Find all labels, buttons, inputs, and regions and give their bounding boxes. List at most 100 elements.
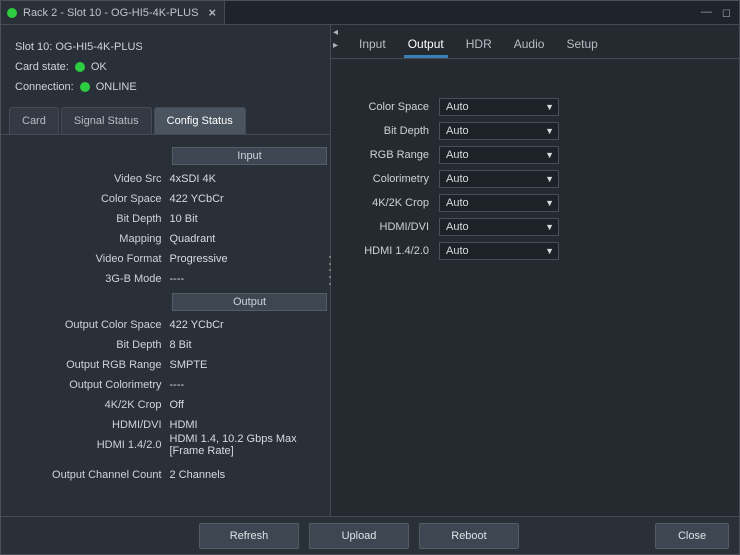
right-tabs: Input Output HDR Audio Setup [331, 25, 739, 59]
chevron-down-icon: ▼ [545, 150, 554, 160]
select-value: Auto [446, 221, 469, 233]
tab-output[interactable]: Output [404, 35, 448, 58]
config-status-panel: Input Video Src4xSDI 4K Color Space422 Y… [1, 135, 330, 516]
kv-row: HDMI 1.4/2.0HDMI 1.4, 10.2 Gbps Max [Fra… [9, 435, 322, 455]
kv-row: Video Format Progressive [9, 249, 322, 269]
select-value: Auto [446, 173, 469, 185]
kv-value: HDMI 1.4, 10.2 Gbps Max [Frame Rate] [170, 433, 323, 457]
connection-value: ONLINE [96, 77, 137, 97]
select-value: Auto [446, 197, 469, 209]
kv-value: Progressive [170, 253, 323, 265]
status-dot-icon [7, 8, 17, 18]
kv-row: MappingQuadrant [9, 229, 322, 249]
slot-text: Slot 10: OG-HI5-4K-PLUS [15, 37, 143, 57]
kv-row: Output RGB Range SMPTE [9, 355, 322, 375]
collapse-left-icon[interactable]: ◂ [331, 27, 340, 38]
close-icon[interactable]: × [208, 5, 216, 20]
info-block: Slot 10: OG-HI5-4K-PLUS Card state: OK C… [1, 25, 330, 107]
kv-row: Bit Depth 10 Bit [9, 209, 322, 229]
kv-label: HDMI/DVI [9, 419, 162, 431]
kv-value: 10 Bit [170, 213, 323, 225]
kv-value: HDMI [170, 419, 323, 431]
upload-button[interactable]: Upload [309, 523, 409, 549]
setting-label: HDMI/DVI [349, 221, 429, 233]
kv-value: SMPTE [170, 359, 323, 371]
kv-row: Bit Depth8 Bit [9, 335, 322, 355]
reboot-button[interactable]: Reboot [419, 523, 519, 549]
hdmi-dvi-select[interactable]: Auto ▼ [439, 218, 559, 236]
setting-row: RGB Range Auto▼ [349, 143, 729, 167]
titlebar: Rack 2 - Slot 10 - OG-HI5-4K-PLUS × — ◻ [1, 1, 739, 25]
setting-label: 4K/2K Crop [349, 197, 429, 209]
kv-label: Output Color Space [9, 319, 162, 331]
tab-input[interactable]: Input [355, 35, 390, 58]
tab-config-status[interactable]: Config Status [154, 107, 246, 134]
kv-row: Color Space 422 YCbCr [9, 189, 322, 209]
splitter-handle[interactable] [327, 254, 333, 288]
tab-setup[interactable]: Setup [562, 35, 601, 58]
kv-row: 3G-B Mode---- [9, 269, 322, 289]
chevron-down-icon: ▼ [545, 126, 554, 136]
titlebar-controls: — ◻ [701, 6, 739, 19]
kv-label: Output RGB Range [9, 359, 162, 371]
kv-label: Bit Depth [9, 213, 162, 225]
card-state-line: Card state: OK [15, 57, 316, 77]
left-pane: Slot 10: OG-HI5-4K-PLUS Card state: OK C… [1, 25, 331, 516]
crop-select[interactable]: Auto ▼ [439, 194, 559, 212]
tab-card[interactable]: Card [9, 107, 59, 134]
window-tab-title: Rack 2 - Slot 10 - OG-HI5-4K-PLUS [23, 7, 198, 19]
chevron-down-icon: ▼ [545, 102, 554, 112]
select-value: Auto [446, 149, 469, 161]
rgb-range-select[interactable]: Auto ▼ [439, 146, 559, 164]
maximize-icon[interactable]: ◻ [722, 6, 731, 19]
select-value: Auto [446, 245, 469, 257]
close-button[interactable]: Close [655, 523, 729, 549]
tab-hdr[interactable]: HDR [462, 35, 496, 58]
kv-label: Video Format [9, 253, 162, 265]
status-dot-icon [75, 62, 85, 72]
kv-row: Video Src 4xSDI 4K [9, 169, 322, 189]
color-space-select[interactable]: Auto ▼ [439, 98, 559, 116]
select-value: Auto [446, 125, 469, 137]
slot-line: Slot 10: OG-HI5-4K-PLUS [15, 37, 316, 57]
device-window: Rack 2 - Slot 10 - OG-HI5-4K-PLUS × — ◻ … [0, 0, 740, 555]
kv-value: 2 Channels [170, 469, 323, 481]
kv-value: 4xSDI 4K [170, 173, 323, 185]
chevron-down-icon: ▼ [545, 222, 554, 232]
kv-label: Mapping [9, 233, 162, 245]
kv-label: Output Colorimetry [9, 379, 162, 391]
chevron-down-icon: ▼ [545, 246, 554, 256]
colorimetry-select[interactable]: Auto ▼ [439, 170, 559, 188]
setting-label: HDMI 1.4/2.0 [349, 245, 429, 257]
kv-value: 422 YCbCr [170, 193, 323, 205]
minimize-icon[interactable]: — [701, 6, 712, 19]
kv-label: 4K/2K Crop [9, 399, 162, 411]
kv-row: Output Color Space422 YCbCr [9, 315, 322, 335]
pane-collapse-controls: ◂ ▸ [331, 27, 340, 51]
kv-value: ---- [170, 379, 323, 391]
kv-label: Output Channel Count [9, 469, 162, 481]
setting-row: HDMI/DVI Auto ▼ [349, 215, 729, 239]
expand-right-icon[interactable]: ▸ [331, 40, 340, 51]
left-tabs: Card Signal Status Config Status [1, 107, 330, 135]
right-pane: ◂ ▸ Input Output HDR Audio Setup Color S… [331, 25, 739, 516]
window-tab[interactable]: Rack 2 - Slot 10 - OG-HI5-4K-PLUS × [1, 1, 225, 24]
refresh-button[interactable]: Refresh [199, 523, 299, 549]
select-value: Auto [446, 101, 469, 113]
tab-signal-status[interactable]: Signal Status [61, 107, 152, 134]
kv-label: Color Space [9, 193, 162, 205]
setting-row: Colorimetry Auto▼ [349, 167, 729, 191]
kv-label: Video Src [9, 173, 162, 185]
tab-audio[interactable]: Audio [510, 35, 549, 58]
chevron-down-icon: ▼ [545, 198, 554, 208]
setting-row: HDMI 1.4/2.0 Auto ▼ [349, 239, 729, 263]
kv-label: 3G-B Mode [9, 273, 162, 285]
kv-row: 4K/2K Crop Off [9, 395, 322, 415]
hdmi-version-select[interactable]: Auto ▼ [439, 242, 559, 260]
chevron-down-icon: ▼ [545, 174, 554, 184]
setting-row: Color Space Auto ▼ [349, 95, 729, 119]
bit-depth-select[interactable]: Auto ▼ [439, 122, 559, 140]
kv-value: Off [170, 399, 323, 411]
setting-row: 4K/2K Crop Auto ▼ [349, 191, 729, 215]
setting-label: Color Space [349, 101, 429, 113]
